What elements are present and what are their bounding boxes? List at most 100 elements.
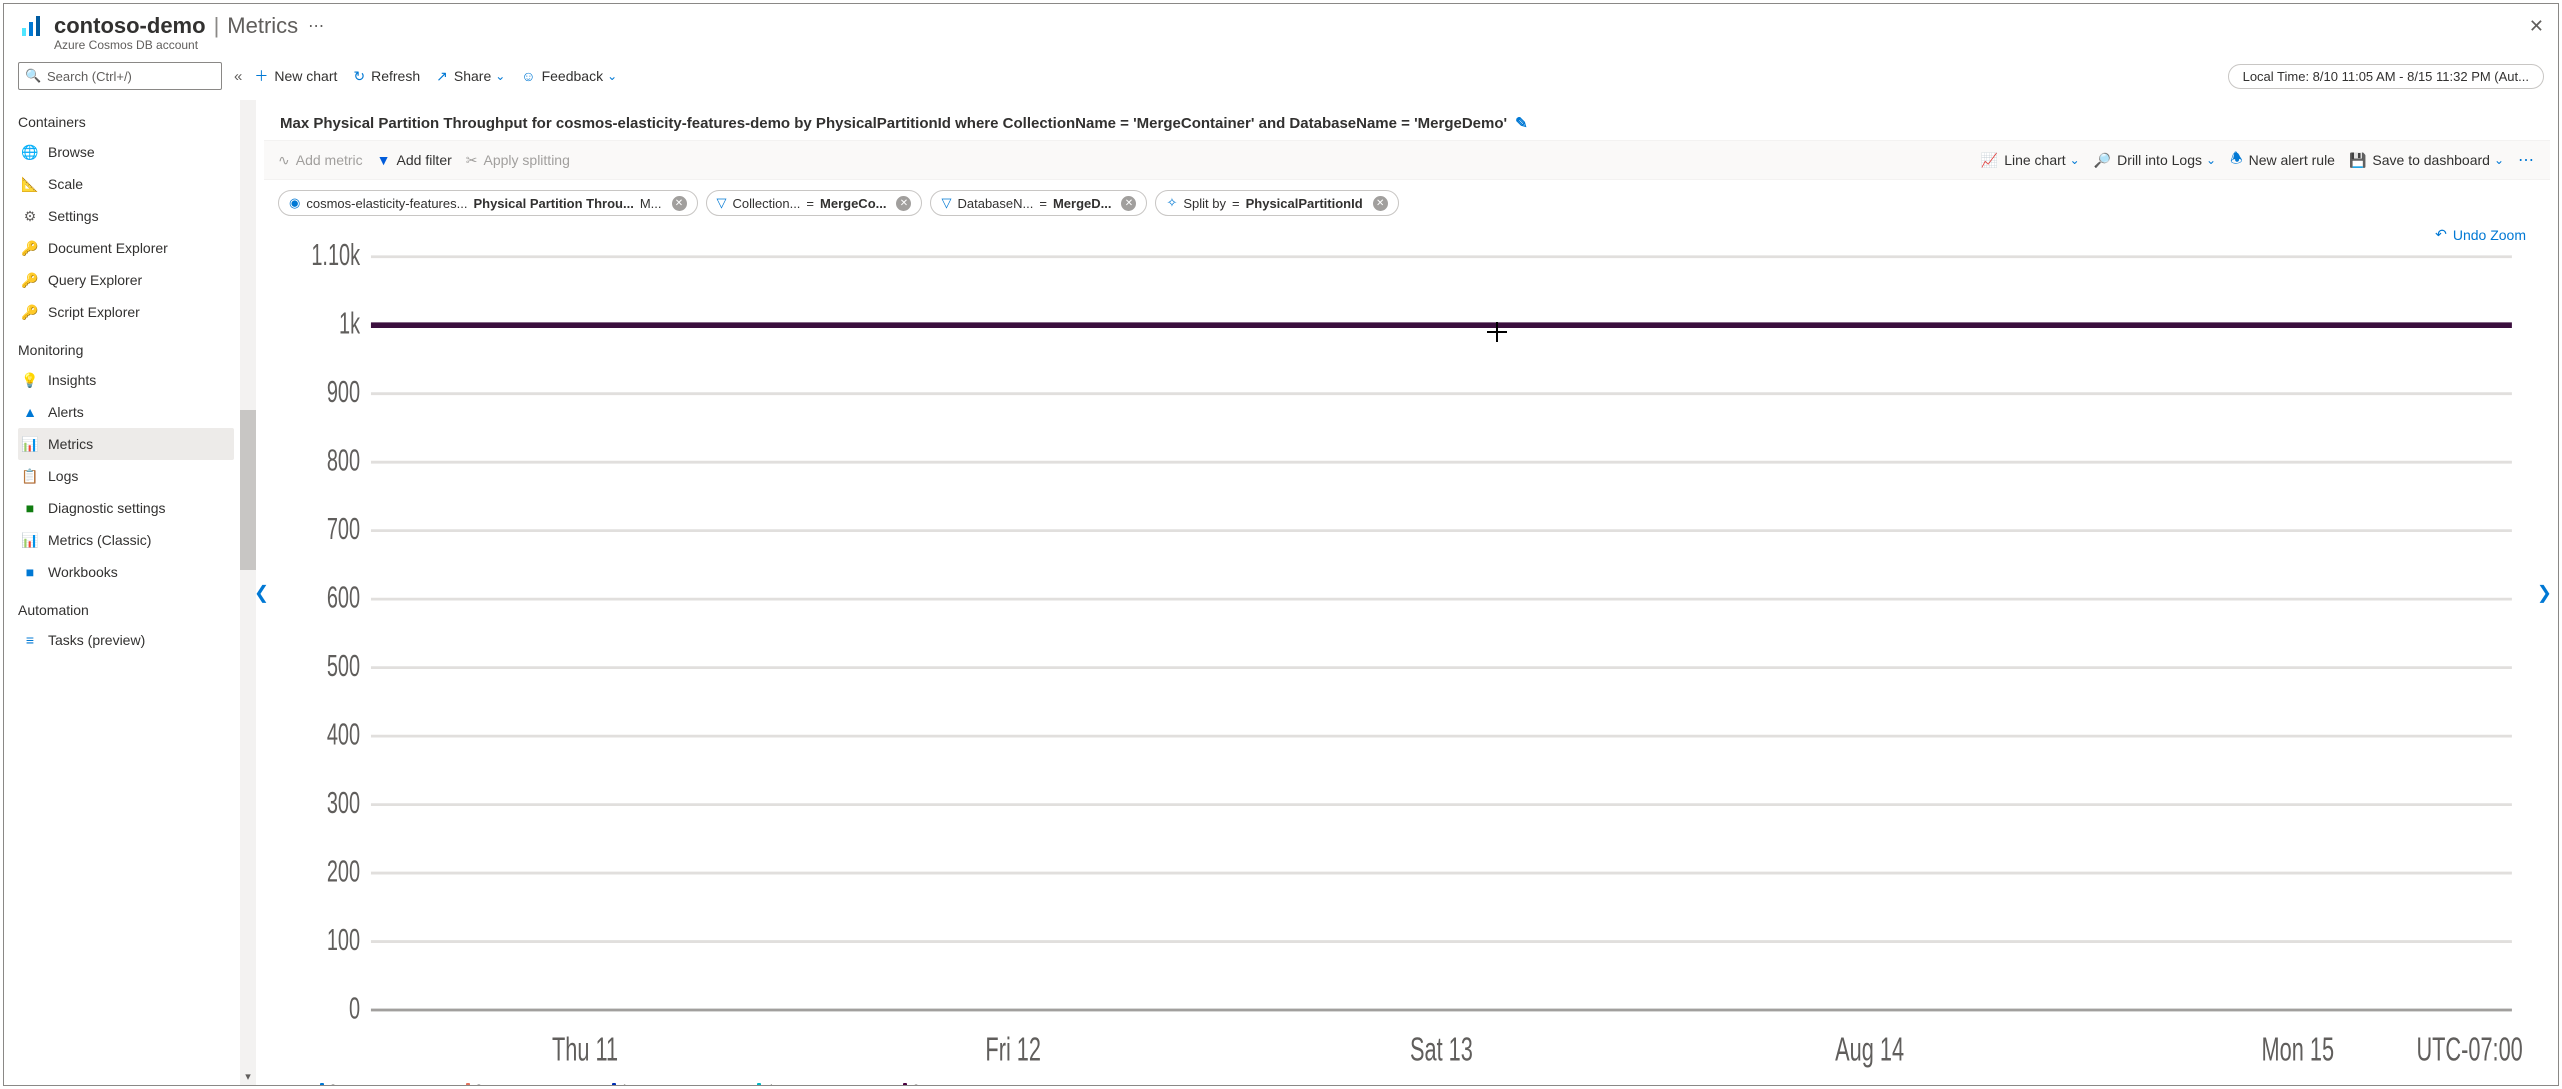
svg-text:Aug 14: Aug 14 — [1835, 1029, 1904, 1067]
sidebar-item-diagnostic-settings[interactable]: ■ Diagnostic settings — [18, 492, 234, 524]
sidebar-icon: 📊 — [22, 532, 38, 548]
refresh-button[interactable]: ↻ Refresh — [353, 68, 420, 85]
chart-title: Max Physical Partition Throughput for co… — [280, 115, 1507, 132]
chevron-down-icon: ⌄ — [495, 69, 505, 83]
add-metric-button[interactable]: ∿ Add metric — [278, 152, 363, 169]
save-dashboard-button[interactable]: 💾 Save to dashboard ⌄ — [2349, 152, 2504, 169]
svg-text:Sat 13: Sat 13 — [1410, 1029, 1473, 1067]
sidebar-icon: 🔑 — [22, 272, 38, 288]
sidebar-item-label: Query Explorer — [48, 272, 142, 288]
search-input[interactable]: 🔍 Search (Ctrl+/) — [18, 62, 222, 90]
scroll-down-icon[interactable]: ▾ — [240, 1069, 256, 1085]
sidebar-item-label: Script Explorer — [48, 304, 140, 320]
sidebar: Containers 🌐Browse📐Scale⚙Settings🔑Docume… — [4, 100, 234, 1085]
sidebar-item-browse[interactable]: 🌐 Browse — [18, 136, 234, 168]
sidebar-item-scale[interactable]: 📐Scale — [18, 168, 234, 200]
sidebar-item-settings[interactable]: ⚙Settings — [18, 200, 234, 232]
sidebar-icon: 📊 — [22, 436, 38, 452]
legend-item[interactable]: 1cosmos-elasticity-fe...1k — [612, 1083, 728, 1086]
sidebar-item-metrics-classic-[interactable]: 📊 Metrics (Classic) — [18, 524, 234, 556]
svg-text:Fri 12: Fri 12 — [985, 1029, 1041, 1067]
prev-chart-button[interactable]: ❮ — [254, 582, 269, 603]
plus-icon: ＋ — [254, 66, 268, 86]
filter-icon: ▼ — [377, 152, 391, 168]
sidebar-item-alerts[interactable]: ▲ Alerts — [18, 396, 234, 428]
sidebar-group-automation: Automation — [18, 602, 234, 618]
filter-chip-database[interactable]: ▽ DatabaseN... = MergeD... ✕ — [930, 190, 1147, 216]
legend-item[interactable]: 3cosmos-elasticity-fe...1k — [320, 1083, 436, 1086]
sidebar-scrollbar[interactable]: ▴ ▾ — [234, 100, 256, 1085]
sidebar-icon: ⚙ — [22, 208, 38, 224]
chevron-down-icon: ⌄ — [607, 69, 617, 83]
split-icon: ✂ — [466, 152, 478, 169]
sidebar-icon: ▲ — [22, 404, 38, 420]
filter-chip-collection[interactable]: ▽ Collection... = MergeCo... ✕ — [706, 190, 923, 216]
svg-text:800: 800 — [327, 444, 360, 477]
sidebar-item-label: Diagnostic settings — [48, 500, 166, 516]
sidebar-icon: 📋 — [22, 468, 38, 484]
sidebar-item-document-explorer[interactable]: 🔑 Document Explorer — [18, 232, 234, 264]
metric-chip[interactable]: ◉ cosmos-elasticity-features... Physical… — [278, 190, 698, 216]
legend-item[interactable]: 0cosmos-elasticity-fe...1k — [903, 1083, 1019, 1086]
chart-type-dropdown[interactable]: 📈 Line chart ⌄ — [1981, 152, 2080, 169]
sidebar-icon: 🌐 — [22, 144, 38, 160]
resource-type: Azure Cosmos DB account — [4, 38, 2558, 52]
chart-area[interactable]: 01002003004005006007008009001k1.10kThu 1… — [284, 240, 2530, 1077]
sidebar-icon: 🔑 — [22, 304, 38, 320]
refresh-icon: ↻ — [353, 68, 365, 85]
apply-splitting-button[interactable]: ✂ Apply splitting — [466, 152, 570, 169]
sidebar-icon: ■ — [22, 500, 38, 516]
remove-chip-icon[interactable]: ✕ — [1121, 196, 1136, 211]
page-title: contoso-demo | Metrics — [54, 13, 298, 39]
metric-icon: ∿ — [278, 152, 290, 169]
search-icon: 🔍 — [25, 68, 41, 84]
feedback-button[interactable]: ☺ Feedback ⌄ — [521, 68, 617, 84]
split-chip[interactable]: ✧ Split by = PhysicalPartitionId ✕ — [1155, 190, 1398, 216]
close-icon[interactable]: ✕ — [2529, 16, 2544, 37]
sidebar-item-insights[interactable]: 💡Insights — [18, 364, 234, 396]
svg-text:700: 700 — [327, 513, 360, 546]
more-menu[interactable]: ⋯ — [308, 16, 326, 36]
split-icon: ✧ — [1166, 195, 1177, 211]
sidebar-item-script-explorer[interactable]: 🔑 Script Explorer — [18, 296, 234, 328]
time-range-picker[interactable]: Local Time: 8/10 11:05 AM - 8/15 11:32 P… — [2228, 64, 2544, 89]
collapse-sidebar-icon[interactable]: « — [230, 68, 246, 85]
new-chart-button[interactable]: ＋ New chart — [254, 66, 337, 86]
sidebar-item-metrics[interactable]: 📊Metrics — [18, 428, 234, 460]
sidebar-item-tasks-preview-[interactable]: ≡Tasks (preview) — [18, 624, 234, 656]
svg-text:1k: 1k — [339, 307, 360, 340]
chart-legend: 3cosmos-elasticity-fe...1k 2cosmos-elasti… — [284, 1077, 2530, 1086]
add-filter-button[interactable]: ▼ Add filter — [377, 152, 452, 168]
sidebar-item-label: Scale — [48, 176, 83, 192]
legend-item[interactable]: 4cosmos-elasticity-fe...1k — [757, 1083, 873, 1086]
sidebar-item-label: Browse — [48, 144, 95, 160]
svg-text:Thu 11: Thu 11 — [552, 1029, 618, 1067]
chevron-down-icon: ⌄ — [2206, 153, 2216, 167]
remove-chip-icon[interactable]: ✕ — [1373, 196, 1388, 211]
globe-icon: ◉ — [289, 195, 300, 211]
sidebar-item-query-explorer[interactable]: 🔑 Query Explorer — [18, 264, 234, 296]
share-button[interactable]: ↗ Share ⌄ — [436, 68, 505, 85]
sidebar-item-workbooks[interactable]: ■Workbooks — [18, 556, 234, 588]
alert-icon: 🕭 — [2230, 148, 2243, 172]
sidebar-item-label: Document Explorer — [48, 240, 168, 256]
sidebar-icon: 🔑 — [22, 240, 38, 256]
new-alert-button[interactable]: 🕭 New alert rule — [2230, 148, 2335, 172]
drill-logs-button[interactable]: 🔎 Drill into Logs ⌄ — [2094, 152, 2216, 169]
sidebar-item-label: Workbooks — [48, 564, 118, 580]
legend-item[interactable]: 2cosmos-elasticity-fe...1k — [466, 1083, 582, 1086]
resource-icon — [18, 12, 46, 40]
sidebar-item-label: Alerts — [48, 404, 84, 420]
edit-title-icon[interactable]: ✎ — [1515, 114, 1528, 132]
sidebar-item-logs[interactable]: 📋Logs — [18, 460, 234, 492]
chart-more-menu[interactable]: ⋯ — [2518, 150, 2536, 170]
sidebar-item-label: Metrics (Classic) — [48, 532, 151, 548]
scrollbar-thumb[interactable] — [240, 410, 256, 570]
next-chart-button[interactable]: ❯ — [2537, 582, 2552, 603]
chevron-down-icon: ⌄ — [2070, 153, 2080, 167]
remove-chip-icon[interactable]: ✕ — [896, 196, 911, 211]
svg-text:600: 600 — [327, 581, 360, 614]
remove-chip-icon[interactable]: ✕ — [672, 196, 687, 211]
logs-icon: 🔎 — [2094, 152, 2111, 169]
svg-text:UTC-07:00: UTC-07:00 — [2416, 1029, 2522, 1067]
